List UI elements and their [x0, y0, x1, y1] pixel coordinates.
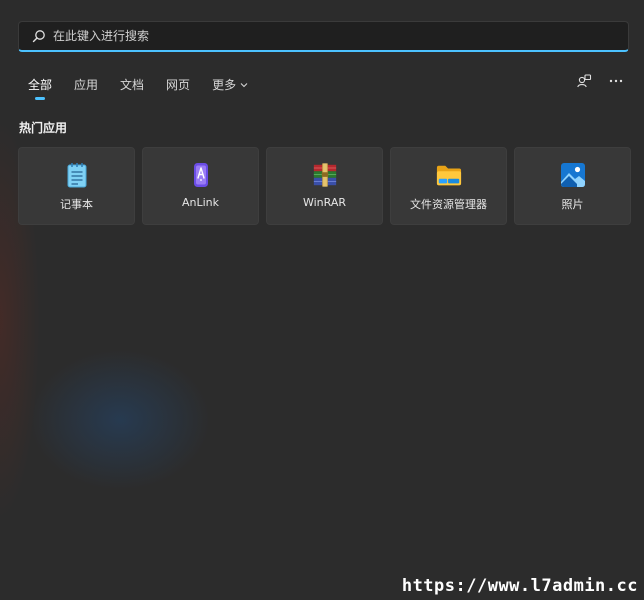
photos-icon — [560, 162, 586, 188]
search-box[interactable] — [18, 21, 629, 52]
app-label: 记事本 — [60, 198, 93, 211]
account-switch-button[interactable] — [576, 73, 592, 89]
anlink-icon — [188, 162, 214, 188]
tab-more[interactable]: 更多 — [206, 73, 254, 101]
top-apps-list: 记事本 AnLink WinRAR 文件资源管理器 照片 — [18, 147, 631, 225]
watermark: https://www.l7admin.cc — [401, 576, 638, 596]
notepad-icon — [64, 162, 90, 188]
more-options-icon — [608, 73, 624, 89]
app-tile-winrar[interactable]: WinRAR — [266, 147, 383, 225]
more-options-button[interactable] — [608, 73, 624, 89]
search-filter-tabs: 全部 应用 文档 网页 更多 — [22, 73, 264, 99]
tab-apps-label: 应用 — [74, 78, 99, 92]
tab-more-label: 更多 — [212, 78, 237, 92]
start-search-panel: 全部 应用 文档 网页 更多 — [0, 0, 644, 600]
search-icon — [31, 28, 47, 44]
app-label: WinRAR — [302, 196, 347, 209]
app-tile-notepad[interactable]: 记事本 — [18, 147, 135, 225]
tab-documents-label: 文档 — [120, 78, 145, 92]
search-input[interactable] — [53, 22, 628, 50]
top-apps-title: 热门应用 — [19, 121, 68, 135]
tab-documents[interactable]: 文档 — [114, 73, 150, 101]
app-tile-file-explorer[interactable]: 文件资源管理器 — [390, 147, 507, 225]
app-tile-anlink[interactable]: AnLink — [142, 147, 259, 225]
winrar-icon — [312, 162, 338, 188]
app-label: 照片 — [561, 198, 584, 211]
toolbar-right — [576, 73, 624, 89]
tab-apps[interactable]: 应用 — [68, 73, 104, 101]
tab-web[interactable]: 网页 — [160, 73, 196, 101]
app-label: AnLink — [181, 196, 220, 209]
account-switch-icon — [576, 73, 592, 89]
tab-all[interactable]: 全部 — [22, 73, 58, 101]
app-label: 文件资源管理器 — [410, 198, 487, 211]
tab-web-label: 网页 — [166, 78, 191, 92]
app-tile-photos[interactable]: 照片 — [514, 147, 631, 225]
chevron-down-icon — [240, 81, 248, 89]
file-explorer-icon — [436, 162, 462, 188]
tab-all-label: 全部 — [28, 78, 53, 92]
